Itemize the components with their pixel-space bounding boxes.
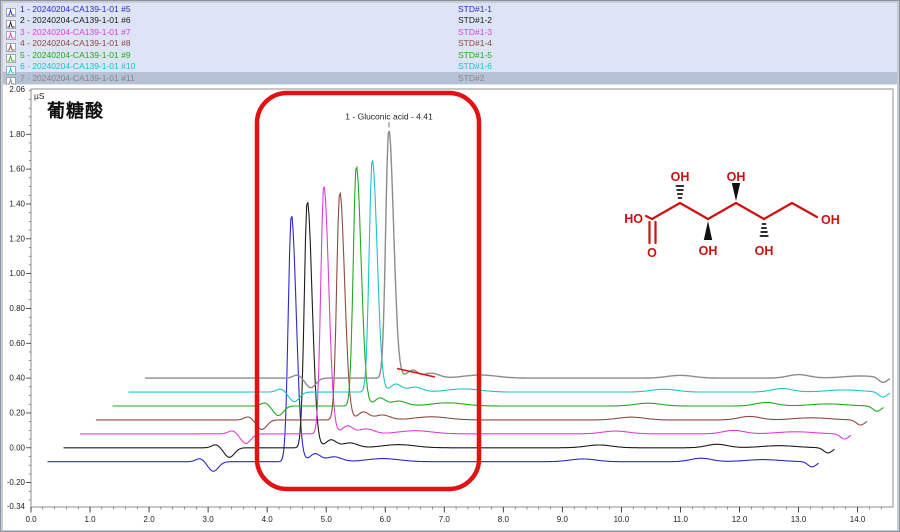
svg-text:7.0: 7.0 [439, 515, 451, 524]
oh-label-c3: OH [699, 244, 718, 258]
svg-text:1.00: 1.00 [9, 269, 25, 278]
svg-text:4.0: 4.0 [262, 515, 274, 524]
std-label: STD#1-4 [458, 38, 492, 48]
std-label: STD#1-2 [458, 15, 492, 25]
svg-text:1.20: 1.20 [9, 234, 25, 243]
svg-text:0.60: 0.60 [9, 339, 25, 348]
sample-label: 1 - 20240204-CA139-1-01 #5 [20, 4, 458, 14]
svg-text:0.0: 0.0 [25, 515, 37, 524]
svg-text:9.0: 9.0 [557, 515, 569, 524]
legend-row[interactable]: 2 - 20240204-CA139-1-01 #6STD#1-2 [3, 15, 897, 27]
std-label: STD#2 [458, 73, 484, 83]
sample-label: 3 - 20240204-CA139-1-01 #7 [20, 27, 458, 37]
svg-text:0.80: 0.80 [9, 304, 25, 313]
legend-row[interactable]: 5 - 20240204-CA139-1-01 #9STD#1-5 [3, 49, 897, 61]
chromatography-window: 1 - 20240204-CA139-1-01 #5STD#1-12 - 202… [0, 0, 900, 532]
trace-icon [6, 16, 16, 25]
sample-label: 5 - 20240204-CA139-1-01 #9 [20, 50, 458, 60]
sample-label: 2 - 20240204-CA139-1-01 #6 [20, 15, 458, 25]
std-label: STD#1-1 [458, 4, 492, 14]
oh-label-c4: OH [727, 170, 746, 184]
svg-text:-0.34: -0.34 [7, 502, 26, 511]
trace-icon [6, 62, 16, 71]
svg-text:6.0: 6.0 [380, 515, 392, 524]
chart-panel: 葡糖酸 µS -0.20 0.00 0.20 0.40 0.60 0.80 1.00 1.20… [3, 85, 897, 530]
svg-text:0.00: 0.00 [9, 443, 25, 452]
svg-text:14.0: 14.0 [850, 515, 866, 524]
plot-area[interactable] [31, 89, 893, 507]
trace-icon [6, 39, 16, 48]
peak-annotation-label: 1 - Gluconic acid - 4.41 [345, 112, 433, 122]
carbonyl-o-label: O [647, 246, 657, 260]
svg-text:11.0: 11.0 [673, 515, 689, 524]
ho-label: HO [624, 212, 643, 226]
oh-label-c6: OH [821, 213, 840, 227]
svg-text:13.0: 13.0 [791, 515, 807, 524]
svg-text:8.0: 8.0 [498, 515, 510, 524]
legend-row[interactable]: 3 - 20240204-CA139-1-01 #7STD#1-3 [3, 26, 897, 38]
legend-row[interactable]: 7 - 20240204-CA139-1-01 #11STD#2 [3, 72, 897, 84]
svg-text:0.40: 0.40 [9, 374, 25, 383]
legend-panel: 1 - 20240204-CA139-1-01 #5STD#1-12 - 202… [3, 3, 897, 86]
sample-label: 4 - 20240204-CA139-1-01 #8 [20, 38, 458, 48]
std-label: STD#1-6 [458, 61, 492, 71]
trace-icon [6, 73, 16, 82]
legend-row[interactable]: 6 - 20240204-CA139-1-01 #10STD#1-6 [3, 61, 897, 73]
svg-text:2.06: 2.06 [9, 85, 25, 94]
y-axis-unit: µS [34, 91, 45, 101]
svg-text:12.0: 12.0 [732, 515, 748, 524]
std-label: STD#1-5 [458, 50, 492, 60]
svg-text:0.20: 0.20 [9, 409, 25, 418]
legend-list: 1 - 20240204-CA139-1-01 #5STD#1-12 - 202… [3, 3, 897, 84]
sample-label: 7 - 20240204-CA139-1-01 #11 [20, 73, 458, 83]
oh-label-c2: OH [671, 170, 690, 184]
oh-label-c5: OH [755, 244, 774, 258]
svg-text:1.80: 1.80 [9, 130, 25, 139]
trace-icon [6, 4, 16, 13]
svg-text:5.0: 5.0 [321, 515, 333, 524]
svg-text:1.0: 1.0 [84, 515, 96, 524]
svg-text:2.0: 2.0 [144, 515, 156, 524]
trace-icon [6, 50, 16, 59]
std-label: STD#1-3 [458, 27, 492, 37]
svg-text:-0.20: -0.20 [7, 478, 26, 487]
legend-row[interactable]: 1 - 20240204-CA139-1-01 #5STD#1-1 [3, 3, 897, 15]
sample-label: 6 - 20240204-CA139-1-01 #10 [20, 61, 458, 71]
chromatogram-chart[interactable]: µS -0.20 0.00 0.20 0.40 0.60 0.80 1.00 1.20 1.40… [3, 85, 897, 530]
svg-text:10.0: 10.0 [614, 515, 630, 524]
svg-text:1.60: 1.60 [9, 165, 25, 174]
legend-row[interactable]: 4 - 20240204-CA139-1-01 #8STD#1-4 [3, 38, 897, 50]
chart-title: 葡糖酸 [47, 97, 104, 123]
svg-text:3.0: 3.0 [203, 515, 215, 524]
svg-text:1.40: 1.40 [9, 200, 25, 209]
trace-icon [6, 27, 16, 36]
